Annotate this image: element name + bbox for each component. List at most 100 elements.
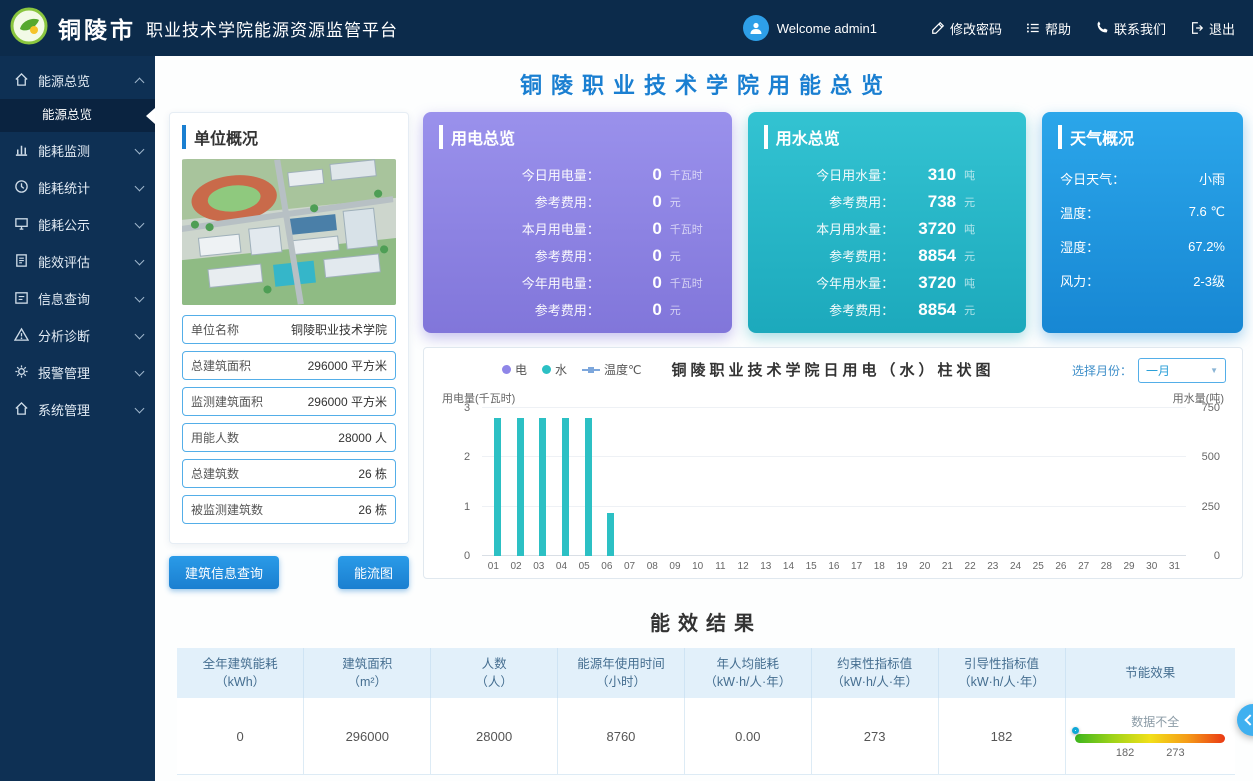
stat-label: 参考费用： (439, 192, 600, 211)
help-button[interactable]: 帮助 (1026, 19, 1071, 38)
chevron-down-icon (135, 329, 145, 339)
electricity-dot-icon (502, 365, 511, 374)
efficiency-data-row: 0 296000 28000 8760 0.00 273 182 数据不全 18… (177, 698, 1235, 775)
cell-annual-hours: 8760 (558, 698, 685, 775)
cell-building-area: 296000 (304, 698, 431, 775)
cell-guiding-index: 182 (938, 698, 1065, 775)
stat-label: 参考费用： (764, 246, 894, 265)
water-dot-icon (542, 365, 551, 374)
sidebar-item-alarm-management[interactable]: 报警管理 (0, 354, 155, 391)
stat-value: 0 (600, 300, 670, 320)
sidebar-item-efficiency-evaluation[interactable]: 能效评估 (0, 243, 155, 280)
sidebar-item-label: 分析诊断 (38, 326, 90, 345)
sidebar-item-label: 能耗统计 (38, 178, 90, 197)
stat-unit: 元 (670, 302, 716, 318)
sidebar-item-energy-disclosure[interactable]: 能耗公示 (0, 206, 155, 243)
field-value: 296000 平方米 (308, 393, 387, 410)
effect-high-label: 273 (1166, 747, 1184, 759)
chevron-down-icon (135, 218, 145, 228)
sidebar-item-energy-statistics[interactable]: 能耗统计 (0, 169, 155, 206)
stat-value: 3720 (894, 219, 964, 239)
logout-button[interactable]: 退出 (1190, 19, 1235, 38)
cell-binding-index: 273 (811, 698, 938, 775)
brand: 铜陵市 职业技术学院能源资源监管平台 (10, 7, 398, 50)
col-header-people: 人数（人） (431, 648, 558, 698)
building-info-query-button[interactable]: 建筑信息查询 (169, 556, 279, 589)
stat-value: 0 (600, 246, 670, 266)
stat-value: 8854 (894, 300, 964, 320)
sidebar-item-energy-overview[interactable]: 能源总览 (0, 62, 155, 99)
stat-label: 今日用水量： (764, 165, 894, 184)
stat-unit: 吨 (964, 221, 1010, 237)
stat-value: 8854 (894, 246, 964, 266)
sidebar-item-analysis-diagnosis[interactable]: 分析诊断 (0, 317, 155, 354)
col-header-binding-index: 约束性指标值（kW·h/人·年） (811, 648, 938, 698)
stat-label: 参考费用： (764, 192, 894, 211)
field-value: 26 栋 (358, 465, 387, 482)
change-password-button[interactable]: 修改密码 (931, 19, 1002, 38)
field-value: 296000 平方米 (308, 357, 387, 374)
welcome-user: Welcome admin1 (743, 15, 877, 41)
list-icon (1026, 21, 1040, 35)
gear-icon (14, 364, 29, 382)
chevron-down-icon (135, 144, 145, 154)
left-axis-label: 用电量(千瓦时) (442, 390, 515, 406)
welcome-text: Welcome admin1 (777, 21, 877, 36)
sidebar-item-energy-monitoring[interactable]: 能耗监测 (0, 132, 155, 169)
contact-us-button[interactable]: 联系我们 (1095, 19, 1166, 38)
electricity-card-title: 用电总览 (439, 125, 716, 149)
edit-icon (931, 21, 945, 35)
stat-unit: 吨 (964, 167, 1010, 183)
weather-value: 7.6 ℃ (1189, 204, 1225, 220)
chevron-up-icon (135, 78, 145, 88)
stat-unit: 元 (964, 194, 1010, 210)
cell-saving-effect: 数据不全 182 273 (1065, 698, 1235, 775)
user-avatar-icon[interactable] (743, 15, 769, 41)
unit-field-monitored-buildings: 被监测建筑数 26 栋 (182, 495, 396, 524)
stat-unit: 元 (964, 248, 1010, 264)
warning-icon (14, 327, 29, 345)
month-select[interactable]: 一月 ▼ (1138, 358, 1226, 383)
sidebar-item-label: 能耗公示 (38, 215, 90, 234)
weather-overview-card: 天气概况 今日天气：小雨 温度：7.6 ℃ 湿度：67.2% 风力：2-3级 (1042, 112, 1243, 333)
col-header-annual-energy: 全年建筑能耗（kWh） (177, 648, 304, 698)
weather-label: 湿度： (1060, 237, 1099, 256)
document-icon (14, 253, 29, 271)
unit-field-monitored-area: 监测建筑面积 296000 平方米 (182, 387, 396, 416)
weather-card-title: 天气概况 (1058, 125, 1227, 149)
chart-bars (482, 408, 1186, 556)
phone-icon (1095, 21, 1109, 35)
logout-label: 退出 (1209, 19, 1235, 38)
cell-per-capita: 0.00 (684, 698, 811, 775)
effect-status-text: 数据不全 (1075, 713, 1225, 730)
legend-temperature[interactable]: 温度℃ (582, 361, 641, 378)
clock-icon (14, 179, 29, 197)
energy-flow-diagram-button[interactable]: 能流图 (338, 556, 409, 589)
unit-field-name: 单位名称 铜陵职业技术学院 (182, 315, 396, 344)
stat-value: 310 (894, 165, 964, 185)
stat-label: 今年用电量： (439, 273, 600, 292)
home-icon (14, 401, 29, 419)
stat-value: 0 (600, 165, 670, 185)
weather-value: 2-3级 (1193, 271, 1225, 290)
sidebar-item-information-query[interactable]: 信息查询 (0, 280, 155, 317)
stat-unit: 千瓦时 (670, 275, 716, 291)
field-label: 单位名称 (191, 321, 239, 338)
sidebar-subitem-energy-overview[interactable]: 能源总览 (0, 99, 155, 132)
field-label: 监测建筑面积 (191, 393, 263, 410)
legend-water[interactable]: 水 (542, 361, 567, 378)
effect-low-label: 182 (1116, 747, 1134, 759)
savings-effect-widget: 数据不全 182 273 (1075, 713, 1225, 759)
field-label: 被监测建筑数 (191, 501, 263, 518)
water-card-title: 用水总览 (764, 125, 1010, 149)
form-icon (14, 290, 29, 308)
stat-unit: 吨 (964, 275, 1010, 291)
sidebar-item-system-management[interactable]: 系统管理 (0, 391, 155, 428)
cell-annual-energy: 0 (177, 698, 304, 775)
weather-label: 风力： (1060, 271, 1099, 290)
chevron-down-icon: ▼ (1210, 366, 1218, 375)
unit-field-people: 用能人数 28000 人 (182, 423, 396, 452)
legend-electricity[interactable]: 电 (502, 361, 527, 378)
stat-value: 0 (600, 219, 670, 239)
weather-label: 今日天气： (1060, 169, 1125, 188)
